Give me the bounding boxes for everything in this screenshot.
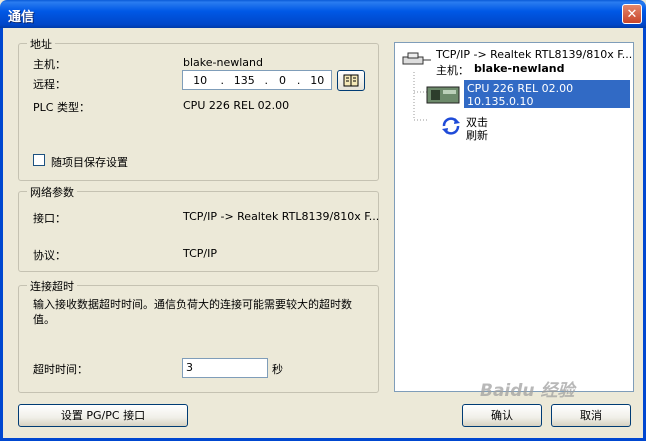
remote-label: 远程： <box>33 78 66 91</box>
save-with-project-label[interactable]: 随项目保存设置 <box>51 154 128 170</box>
host-label: 主机： <box>33 58 66 71</box>
network-group-title: 网络参数 <box>27 184 77 200</box>
device-name[interactable]: CPU 226 REL 02.00 <box>467 82 573 95</box>
refresh-line2[interactable]: 刷新 <box>466 127 488 143</box>
ip-dot: . <box>264 73 269 87</box>
protocol-value: TCP/IP <box>183 247 217 260</box>
tree-host-name: blake-newland <box>474 62 565 75</box>
title-bar: 通信 ✕ <box>0 0 646 28</box>
address-group-title: 地址 <box>27 36 55 52</box>
device-ip: 10.135.0.10 <box>467 95 534 108</box>
browse-address-button[interactable] <box>337 70 365 91</box>
interface-value: TCP/IP -> Realtek RTL8139/810x F... <box>183 210 380 223</box>
plc-device-icon <box>426 86 460 104</box>
cancel-button[interactable]: 取消 <box>551 404 631 427</box>
timeout-description: 输入接收数据超时时间。通信负荷大的连接可能需要较大的超时数值。 <box>33 298 352 326</box>
timeout-unit: 秒 <box>272 363 283 376</box>
plc-type-label: PLC 类型： <box>33 101 90 114</box>
ip-dot: . <box>220 73 224 87</box>
plc-type-value: CPU 226 REL 02.00 <box>183 99 290 112</box>
address-book-icon <box>343 74 359 87</box>
ip-octet-1[interactable]: 10 <box>183 74 217 87</box>
timeout-group-title: 连接超时 <box>27 278 77 294</box>
ip-dot: . <box>296 73 301 87</box>
tree-root-label[interactable]: TCP/IP -> Realtek RTL8139/810x F... <box>436 48 632 61</box>
remote-ip-field[interactable]: 10 . 135 . 0 . 10 <box>182 70 332 90</box>
protocol-label: 协议： <box>33 249 66 262</box>
ok-button[interactable]: 确认 <box>462 404 542 427</box>
ip-octet-3[interactable]: 0 <box>271 74 294 87</box>
timeout-input[interactable]: 3 <box>182 358 268 378</box>
network-icon <box>402 52 431 65</box>
window-title: 通信 <box>8 10 35 25</box>
interface-label: 接口： <box>33 212 66 225</box>
refresh-icon <box>442 117 460 135</box>
watermark: Baidu 经验 <box>480 381 575 401</box>
close-button[interactable]: ✕ <box>622 4 642 24</box>
set-pgpc-interface-button[interactable]: 设置 PG/PC 接口 <box>18 404 188 427</box>
timeout-label: 超时时间： <box>33 363 88 376</box>
host-value: blake-newland <box>183 56 263 69</box>
ip-octet-4[interactable]: 10 <box>304 74 331 87</box>
ip-octet-2[interactable]: 135 <box>227 74 261 87</box>
save-with-project-checkbox[interactable] <box>33 154 45 166</box>
